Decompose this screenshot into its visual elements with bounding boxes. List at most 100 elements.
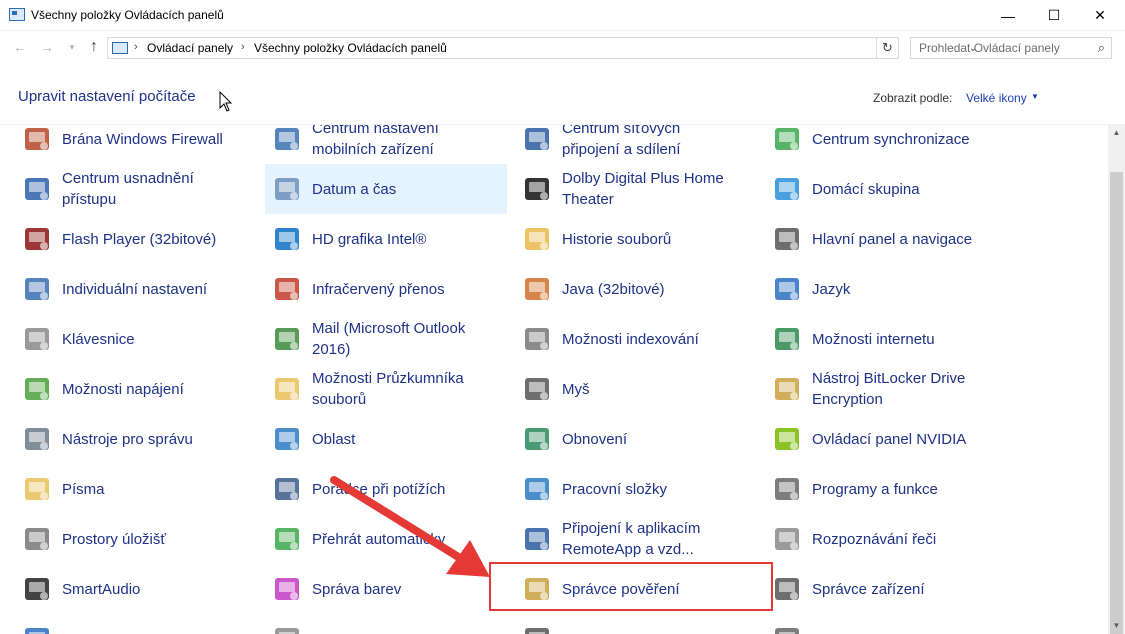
control-panel-item[interactable]: Správa barev [265,564,507,614]
item-label-line: Mail (Microsoft Outlook [312,320,466,337]
item-label: Přehrát automaticky [312,514,507,564]
control-panel-item[interactable]: Brána Windows Firewall [15,125,257,164]
item-label-line: Možnosti napájení [62,380,184,398]
item-label: Připojení k aplikacím RemoteApp a vzd... [562,514,757,564]
item-label-line: Písma [62,480,105,498]
mouse-cursor-icon [219,91,233,112]
scroll-down-button[interactable]: ▼ [1108,617,1125,634]
control-panel-item[interactable]: Nástroj BitLocker Drive Encryption [765,364,1007,414]
control-panel-item[interactable]: Možnosti indexování [515,314,757,364]
page-title: Upravit nastavení počítače [18,88,196,105]
control-panel-item[interactable]: Možnosti internetu [765,314,1007,364]
control-panel-item[interactable]: Možnosti napájení [15,364,257,414]
up-button[interactable]: ↑ [85,38,103,56]
fonts-icon [21,473,53,505]
color-management-icon [271,573,303,605]
control-panel-item[interactable] [515,614,757,634]
item-label-line: Historie souborů [562,230,672,248]
control-panel-item[interactable] [15,614,257,634]
minimize-button[interactable]: — [985,0,1031,31]
mouse-icon [521,373,553,405]
view-by-dropdown[interactable]: Velké ikony [966,91,1027,105]
network-center-icon [521,125,553,155]
partial-icon [521,623,553,634]
control-panel-item[interactable]: Centrum usnadnění přístupu [15,164,257,214]
item-label-line: Domácí skupina [812,180,920,198]
control-panel-item[interactable]: Mail (Microsoft Outlook 2016) [265,314,507,364]
scroll-up-button[interactable]: ▲ [1108,124,1125,141]
vertical-scrollbar[interactable]: ▲ ▼ [1108,124,1125,634]
control-panel-item[interactable]: Centrum synchronizace [765,125,1007,164]
item-label-line: Centrum synchronizace [812,130,970,148]
control-panel-item[interactable]: Datum a čas [265,164,507,214]
sync-center-icon [771,125,803,155]
item-label-line: souborů [312,391,367,408]
item-label: Centrum nastavení mobilních zařízení [312,125,507,164]
maximize-button[interactable]: ☐ [1031,0,1077,31]
control-panel-item[interactable]: Oblast [265,414,507,464]
device-manager-icon [771,573,803,605]
item-label-line: Java (32bitové) [562,280,665,298]
control-panel-item[interactable]: Poradce při potížích [265,464,507,514]
control-panel-item[interactable]: Domácí skupina [765,164,1007,214]
breadcrumb-all-items[interactable]: Všechny položky Ovládacích panelů [254,41,447,55]
control-panel-item[interactable]: Připojení k aplikacím RemoteApp a vzd... [515,514,757,564]
search-box[interactable]: Prohledat Ovládací panely ⌕ [910,37,1112,59]
control-panel-item[interactable]: Programy a funkce [765,464,1007,514]
item-label: Možnosti internetu [812,314,1007,364]
control-panel-item[interactable]: Nástroje pro správu [15,414,257,464]
chevron-down-icon[interactable]: ▼ [1031,92,1039,101]
navigation-bar: ← → ▾ ↑ › Ovládací panely › Všechny polo… [0,31,1125,63]
control-panel-item[interactable]: Pracovní složky [515,464,757,514]
control-panel-item[interactable]: Možnosti Průzkumníka souborů [265,364,507,414]
search-icon[interactable]: ⌕ [1098,40,1105,56]
scrollbar-thumb[interactable] [1110,172,1123,634]
control-panel-item[interactable]: Individuální nastavení [15,264,257,314]
control-panel-item[interactable]: Přehrát automaticky [265,514,507,564]
control-panel-item[interactable]: Centrum nastavení mobilních zařízení [265,125,507,164]
control-panel-item[interactable]: Rozpoznávání řeči [765,514,1007,564]
back-button[interactable]: ← [11,38,29,56]
troubleshooting-icon [271,473,303,505]
item-label-line: Možnosti internetu [812,330,935,348]
item-label-line: Oblast [312,430,356,448]
control-panel-item[interactable]: SmartAudio [15,564,257,614]
control-panel-item[interactable]: Myš [515,364,757,414]
control-panel-item[interactable]: Java (32bitové) [515,264,757,314]
control-panel-item[interactable]: Hlavní panel a navigace [765,214,1007,264]
control-panel-item[interactable]: Ovládací panel NVIDIA [765,414,1007,464]
power-options-icon [21,373,53,405]
item-label: Nástroje pro správu [62,414,257,464]
explorer-options-icon [271,373,303,405]
region-icon [271,423,303,455]
breadcrumb-separator[interactable]: › [241,41,245,53]
close-button[interactable]: ✕ [1077,0,1123,31]
recent-locations-button[interactable]: ▾ [63,38,81,56]
control-panel-item[interactable]: Jazyk [765,264,1007,314]
control-panel-item[interactable]: Písma [15,464,257,514]
item-label [312,614,507,634]
control-panel-item[interactable]: Obnovení [515,414,757,464]
address-bar[interactable]: › Ovládací panely › Všechny položky Ovlá… [107,37,977,59]
refresh-button[interactable]: ↻ [877,37,899,59]
control-panel-item[interactable] [265,614,507,634]
forward-button[interactable]: → [38,38,56,56]
breadcrumb-control-panel[interactable]: Ovládací panely [147,41,233,55]
control-panel-item[interactable]: Klávesnice [15,314,257,364]
item-label: Myš [562,364,757,414]
control-panel-item[interactable]: Správce zařízení [765,564,1007,614]
ease-of-access-icon [21,173,53,205]
breadcrumb-separator[interactable]: › [134,41,138,53]
item-label-line: 2016) [312,341,351,358]
control-panel-item[interactable]: HD grafika Intel® [265,214,507,264]
search-input[interactable]: Prohledat Ovládací panely [919,41,1060,55]
control-panel-item[interactable]: Infračervený přenos [265,264,507,314]
control-panel-item[interactable]: Prostory úložišť [15,514,257,564]
control-panel-item[interactable]: Flash Player (32bitové) [15,214,257,264]
control-panel-item[interactable]: Centrum síťových připojení a sdílení [515,125,757,164]
control-panel-item[interactable]: Historie souborů [515,214,757,264]
control-panel-item[interactable] [765,614,1007,634]
control-panel-item[interactable]: Dolby Digital Plus Home Theater [515,164,757,214]
language-icon [771,273,803,305]
item-label: Pracovní složky [562,464,757,514]
